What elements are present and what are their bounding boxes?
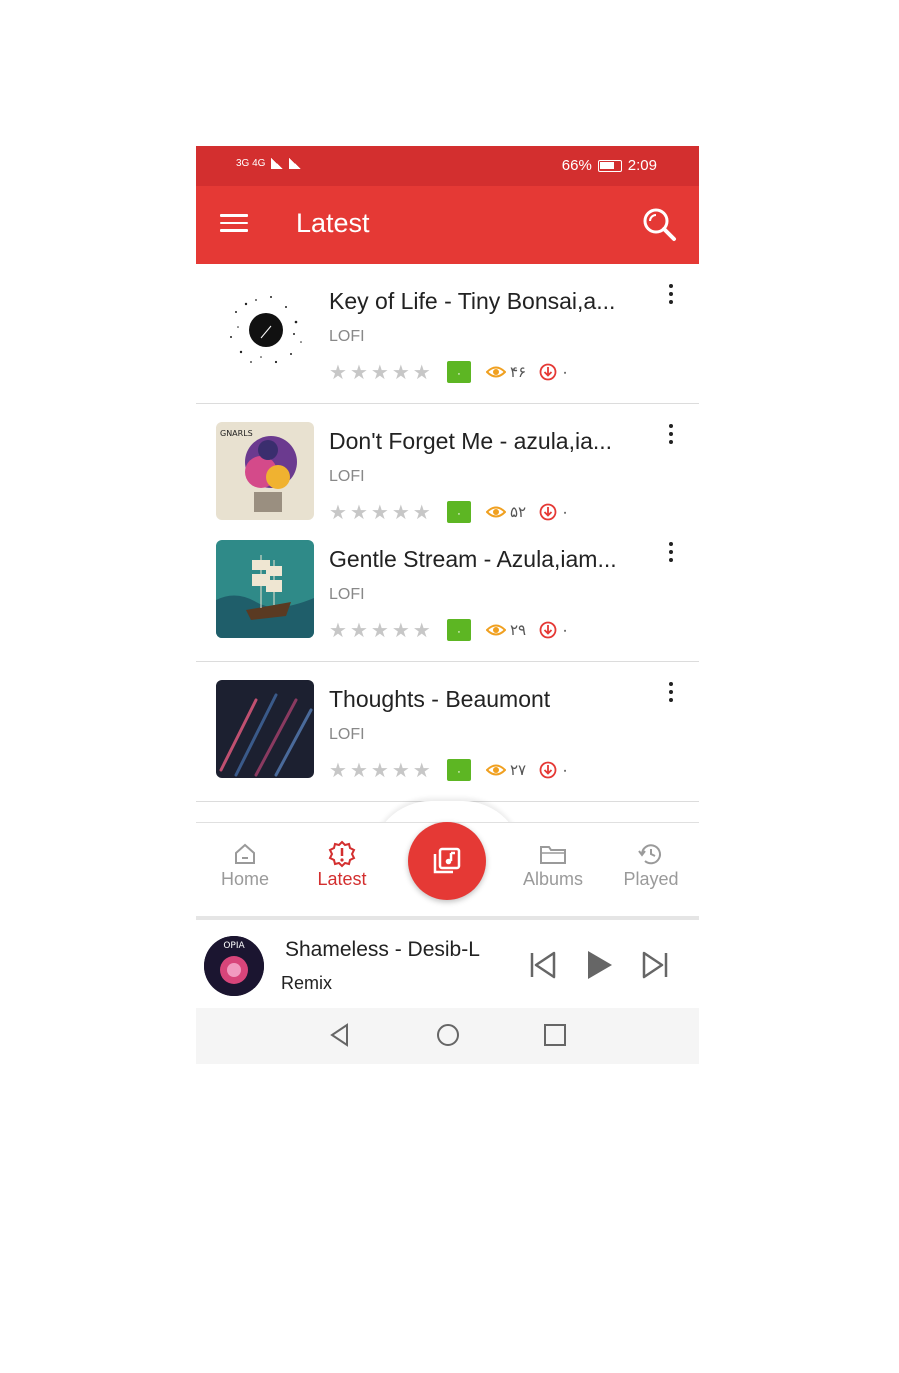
status-bar: 3G 4G 66% 2:09 [196,146,699,186]
svg-text:GNARLS: GNARLS [220,429,253,438]
badge: ۰ [447,501,471,523]
rating-stars[interactable]: ★ ★ ★ ★ ★ [329,758,431,783]
views-count: ۵۲ [486,503,526,521]
more-options-icon[interactable] [669,284,673,304]
track-title: Thoughts - Beaumont [329,686,551,712]
next-icon[interactable] [638,948,672,982]
player-title: Shameless - Desib-L [285,938,480,961]
previous-icon[interactable] [526,948,560,982]
download-icon [539,503,557,521]
eye-icon [486,506,506,518]
views-value: ۲۷ [510,762,527,779]
track-cover [216,540,314,638]
recents-icon[interactable] [542,1022,568,1048]
app-bar: Latest [196,186,699,264]
download-icon [539,363,557,381]
views-count: ۲۹ [486,621,526,639]
nav-item-played[interactable]: Played [606,839,696,890]
views-count: ۲۷ [486,761,526,779]
nav-item-albums[interactable]: Albums [508,839,598,890]
track-item[interactable]: Thoughts - Beaumont LOFI ★ ★ ★ ★ ★ ۰ ۲۷ ۰ [196,662,699,802]
status-left: 3G 4G [236,158,302,169]
signal-icon-2 [289,158,302,169]
nav-label-home: Home [220,869,269,889]
badge: ۰ [447,759,471,781]
nav-label-albums: Albums [522,869,584,889]
nav-item-home[interactable]: Home [200,839,290,890]
rating-stars[interactable]: ★ ★ ★ ★ ★ [329,618,431,643]
eye-icon [486,624,506,636]
more-options-icon[interactable] [669,542,673,562]
status-right: 66% 2:09 [562,157,657,174]
download-icon [539,761,557,779]
eye-icon [486,366,506,378]
rating-stars[interactable]: ★ ★ ★ ★ ★ [329,360,431,385]
play-icon[interactable] [582,948,616,982]
track-cover [216,282,314,380]
page-title: Latest [296,208,370,238]
track-category: LOFI [329,726,365,743]
eye-icon [486,764,506,776]
player-cover: OPIA [204,936,264,996]
download-value: ۰ [561,364,570,381]
badge: ۰ [447,619,471,641]
cover-text: OPIA [223,941,245,951]
folder-icon [540,846,566,864]
download-value: ۰ [561,504,570,521]
back-icon[interactable] [327,1022,353,1048]
home-icon [235,843,255,864]
menu-icon[interactable] [220,214,248,236]
track-category: LOFI [329,468,365,485]
phone-screen: 3G 4G 66% 2:09 Latest Key of Life - Tiny… [196,146,699,1064]
download-count: ۰ [539,761,569,779]
home-system-icon[interactable] [435,1022,461,1048]
battery-percent: 66% [561,157,592,174]
views-count: ۴۶ [486,363,526,381]
track-item[interactable]: Gentle Stream - Azula,iam... LOFI ★ ★ ★ ★ ★ … [196,522,699,662]
nav-item-latest[interactable]: Latest [297,839,387,890]
network-label: 3G 4G [236,158,266,169]
music-library-icon [433,847,461,874]
nav-label-latest: Latest [317,869,367,889]
download-count: ۰ [539,363,569,381]
download-count: ۰ [539,503,569,521]
history-icon [638,844,661,865]
views-value: ۴۶ [510,364,527,381]
signal-icon [271,158,284,169]
more-options-icon[interactable] [669,424,673,444]
player-subtitle: Remix [281,973,333,993]
alert-badge-icon [328,840,356,868]
badge: ۰ [447,361,471,383]
system-nav-bar [196,1008,699,1064]
track-title: Key of Life - Tiny Bonsai,a... [329,288,616,314]
search-icon[interactable] [641,206,677,242]
track-category: LOFI [329,586,365,603]
track-category: LOFI [329,328,365,345]
track-cover [216,680,314,778]
download-icon [539,621,557,639]
music-library-button[interactable] [408,822,486,900]
mini-player[interactable]: OPIA Shameless - Desib-L Remix [196,916,699,1006]
nav-label-played: Played [623,869,679,889]
track-item[interactable]: Key of Life - Tiny Bonsai,a... LOFI ★ ★ ★ ★… [196,264,699,404]
download-value: ۰ [561,622,570,639]
download-value: ۰ [561,762,570,779]
views-value: ۵۲ [510,504,527,521]
track-cover: GNARLS [216,422,314,520]
battery-icon [597,159,622,172]
track-title: Don't Forget Me - azula,ia... [329,428,613,454]
clock: 2:09 [627,157,657,174]
more-options-icon[interactable] [669,682,673,702]
track-title: Gentle Stream - Azula,iam... [329,546,617,572]
views-value: ۲۹ [510,622,527,639]
download-count: ۰ [539,621,569,639]
